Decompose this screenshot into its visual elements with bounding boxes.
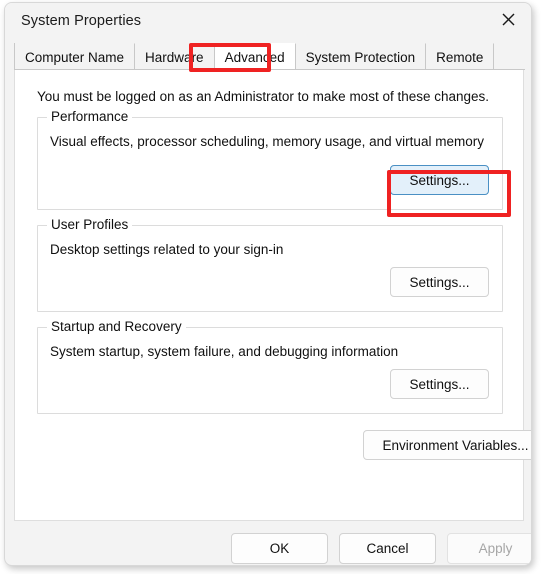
tab-system-protection[interactable]: System Protection xyxy=(295,43,427,70)
startup-recovery-description: System startup, system failure, and debu… xyxy=(50,344,399,359)
performance-group: Performance Visual effects, processor sc… xyxy=(37,109,503,210)
performance-description: Visual effects, processor scheduling, me… xyxy=(50,134,484,149)
user-profiles-description: Desktop settings related to your sign-in xyxy=(50,242,284,257)
tab-hardware[interactable]: Hardware xyxy=(135,43,215,70)
user-profiles-group-label: User Profiles xyxy=(47,217,133,232)
title-bar: System Properties xyxy=(5,3,531,41)
close-icon[interactable] xyxy=(485,3,531,36)
tab-list: Computer Name Hardware Advanced System P… xyxy=(14,43,495,70)
tab-computer-name[interactable]: Computer Name xyxy=(15,43,136,70)
startup-recovery-group: Startup and Recovery System startup, sys… xyxy=(37,319,503,414)
environment-variables-button[interactable]: Environment Variables... xyxy=(363,430,531,460)
user-profiles-settings-button[interactable]: Settings... xyxy=(390,267,489,297)
performance-group-label: Performance xyxy=(47,109,133,124)
tab-advanced[interactable]: Advanced xyxy=(214,43,296,70)
administrator-notice: You must be logged on as an Administrato… xyxy=(37,89,490,104)
startup-recovery-settings-button[interactable]: Settings... xyxy=(390,369,489,399)
advanced-tab-panel: You must be logged on as an Administrato… xyxy=(14,70,531,521)
apply-button: Apply xyxy=(447,533,531,564)
user-profiles-group: User Profiles Desktop settings related t… xyxy=(37,217,503,312)
system-properties-dialog: System Properties Computer Name Hardware… xyxy=(4,2,532,566)
tab-strip: Computer Name Hardware Advanced System P… xyxy=(5,43,531,70)
cancel-button[interactable]: Cancel xyxy=(339,533,436,564)
startup-recovery-group-label: Startup and Recovery xyxy=(47,319,186,334)
performance-settings-button[interactable]: Settings... xyxy=(390,165,489,195)
ok-button[interactable]: OK xyxy=(231,533,328,564)
tab-remote[interactable]: Remote xyxy=(426,43,495,70)
window-title: System Properties xyxy=(21,13,142,29)
